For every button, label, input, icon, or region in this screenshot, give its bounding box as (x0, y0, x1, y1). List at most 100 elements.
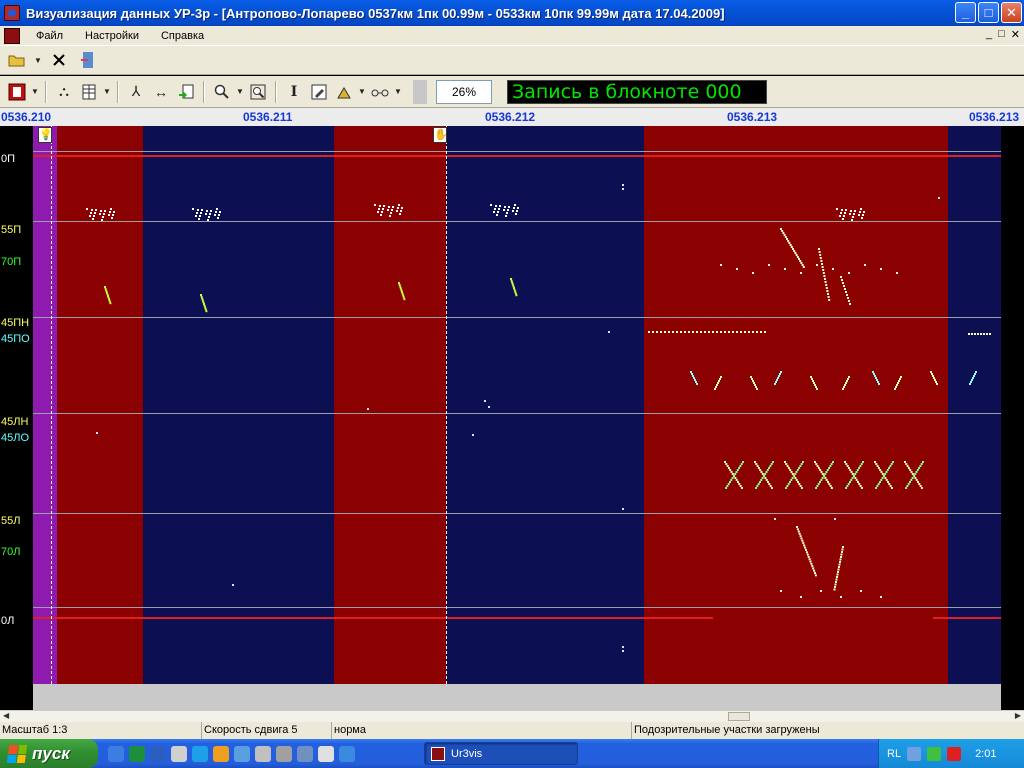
maximize-button[interactable]: □ (978, 2, 999, 23)
menu-help[interactable]: Справка (155, 30, 210, 42)
compass-icon[interactable]: ⅄ (125, 81, 147, 103)
excel-icon[interactable] (129, 745, 145, 762)
exit-icon[interactable] (76, 49, 98, 71)
open-dropdown-icon[interactable]: ▼ (34, 56, 42, 65)
word-icon[interactable] (150, 745, 166, 762)
mdi-close-button[interactable]: ✕ (1011, 28, 1020, 41)
signal-dot (736, 331, 738, 333)
signal-dot (839, 558, 842, 561)
signal-dot (842, 282, 844, 284)
document-icon[interactable] (4, 27, 20, 44)
language-indicator[interactable]: RL (887, 748, 901, 760)
zoom-dropdown-icon[interactable]: ▼ (236, 87, 244, 96)
signal-dot (838, 563, 841, 566)
signal-dot (503, 209, 505, 211)
binoculars-icon[interactable]: ⛬ (53, 81, 75, 103)
signal-dot (209, 213, 211, 215)
track-icon[interactable] (6, 81, 28, 103)
desktop-icon[interactable] (108, 745, 124, 762)
menu-settings[interactable]: Настройки (79, 30, 145, 42)
zoom-slider[interactable] (413, 79, 427, 104)
signal-dot (879, 481, 881, 483)
close-button[interactable]: ✕ (1001, 2, 1022, 23)
signal-dot (399, 287, 402, 290)
toolbar-file: ▼ (0, 45, 1024, 75)
paint-dropdown-icon[interactable]: ▼ (358, 87, 366, 96)
app-icon[interactable] (4, 5, 20, 21)
signal-dot (761, 473, 764, 475)
zoom-icon[interactable] (211, 81, 233, 103)
distance-ruler: 0536.210 0536.211 0536.212 0536.213 0536… (0, 108, 1024, 126)
export-icon[interactable] (175, 81, 197, 103)
signal-dot (729, 481, 731, 483)
text-cursor-icon[interactable]: I (283, 81, 305, 103)
defectogram-plot[interactable]: 💡 ✋ 0П 55П 70П 45ПН 45ПО 45ЛН 45ЛО 55Л 7… (0, 126, 1024, 684)
close-file-icon[interactable] (48, 49, 70, 71)
signal-dot (854, 477, 857, 479)
signal-dot (821, 477, 824, 479)
signal-dot (828, 483, 831, 485)
start-button[interactable]: пуск (0, 739, 98, 768)
drive-icon[interactable] (255, 745, 271, 762)
signal-dot (402, 296, 405, 299)
signal-dot (859, 465, 862, 467)
signal-dot (919, 485, 922, 487)
scroll-right-icon[interactable]: ▶ (1015, 711, 1021, 720)
scroll-left-icon[interactable]: ◀ (3, 711, 9, 720)
signal-dot (898, 380, 900, 382)
signal-dot (105, 289, 108, 292)
signal-dot (725, 463, 728, 465)
measure-icon[interactable]: ↔ (150, 81, 172, 103)
explorer-icon[interactable] (234, 745, 250, 762)
signal-dot (648, 331, 650, 333)
signal-dot (513, 288, 516, 291)
status-state: норма (332, 722, 632, 739)
table-icon[interactable] (78, 81, 100, 103)
signal-dot (740, 487, 743, 489)
ie-icon[interactable] (192, 745, 208, 762)
signal-dot (793, 250, 796, 252)
glasses-dropdown-icon[interactable]: ▼ (394, 87, 402, 96)
ie2-icon[interactable] (339, 745, 355, 762)
paint-icon[interactable] (333, 81, 355, 103)
ati-tray-icon[interactable] (947, 746, 962, 761)
signal-dot (201, 299, 204, 302)
bug-tray-icon[interactable] (927, 746, 942, 761)
document-icon[interactable] (318, 745, 334, 762)
signal-dot (739, 465, 742, 467)
signal-dot (377, 211, 379, 213)
network-icon[interactable] (171, 745, 187, 762)
mdi-restore-button[interactable]: □ (998, 28, 1005, 41)
mdi-minimize-button[interactable]: _ (986, 28, 992, 41)
signal-dot (753, 382, 755, 384)
signal-dot (724, 461, 726, 463)
zoom-field[interactable]: 26% (436, 79, 492, 104)
network-tray-icon[interactable] (907, 746, 922, 761)
zoom-fit-icon[interactable] (247, 81, 269, 103)
horizontal-scrollbar[interactable]: ◀ ▶ (0, 710, 1024, 722)
menu-file[interactable]: Файл (30, 30, 69, 42)
signal-dot (823, 275, 826, 277)
scroll-thumb[interactable] (728, 712, 750, 721)
network2-icon[interactable] (297, 745, 313, 762)
signal-dot (784, 461, 786, 463)
signal-dot (873, 373, 875, 375)
signal-dot (886, 469, 889, 471)
open-folder-icon[interactable] (6, 49, 28, 71)
table-dropdown-icon[interactable]: ▼ (103, 87, 111, 96)
signal-dot (877, 381, 879, 383)
track-dropdown-icon[interactable]: ▼ (31, 87, 39, 96)
minimize-button[interactable]: _ (955, 2, 976, 23)
signal-dot (847, 378, 849, 380)
media-icon[interactable] (213, 745, 229, 762)
drive2-icon[interactable] (276, 745, 292, 762)
signal-dot (381, 211, 383, 213)
signal-dot (201, 209, 203, 211)
signal-dot (727, 467, 730, 469)
signal-dot (708, 331, 710, 333)
signal-dot (86, 208, 88, 210)
edit-icon[interactable] (308, 81, 330, 103)
glasses-icon[interactable] (369, 81, 391, 103)
signal-dot (827, 296, 830, 298)
task-ur3vis[interactable]: Ur3vis (424, 742, 578, 765)
